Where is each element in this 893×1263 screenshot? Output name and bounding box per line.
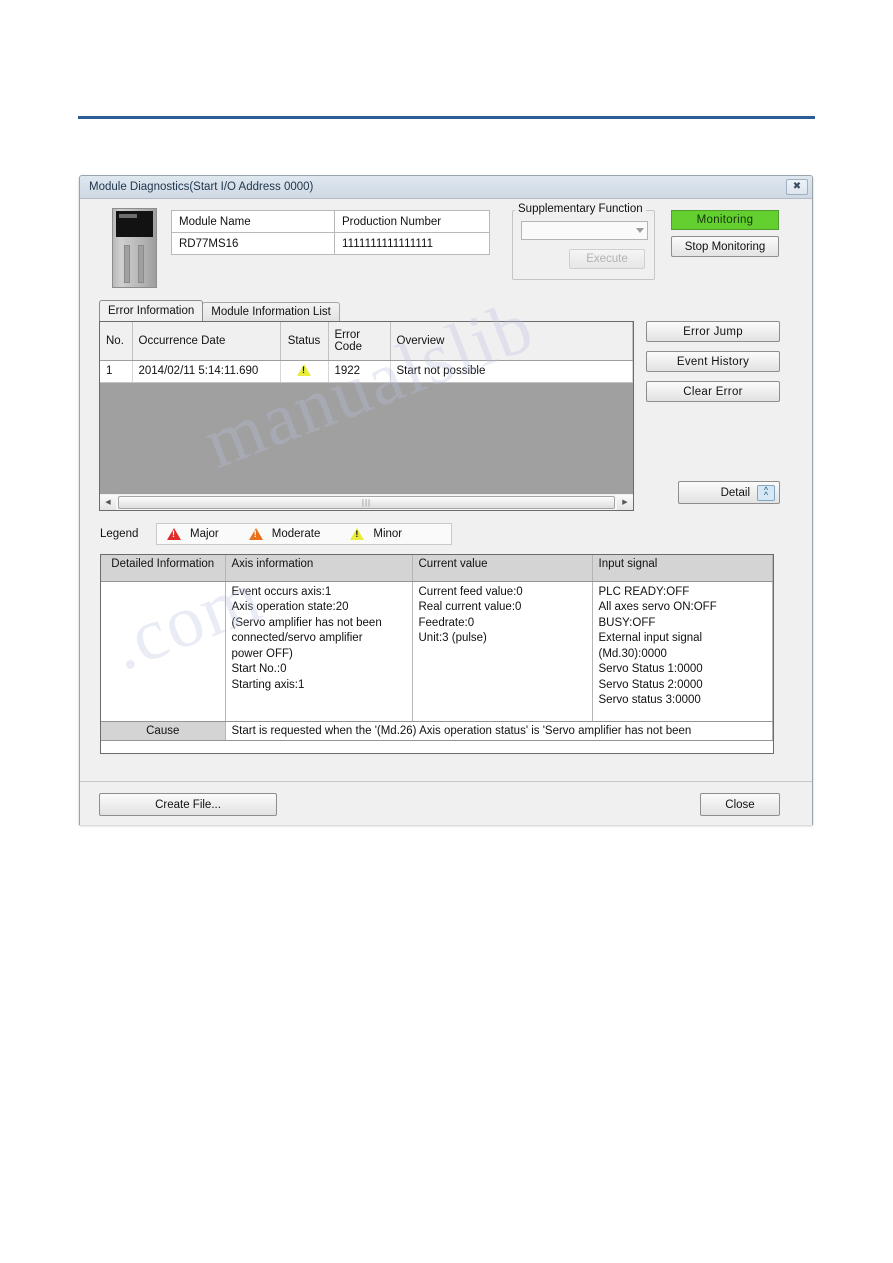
dialog-titlebar: Module Diagnostics(Start I/O Address 000… [80, 176, 812, 199]
production-number-header: Production Number [334, 210, 490, 233]
clear-error-button[interactable]: Clear Error [646, 381, 780, 402]
monitor-button-group: Monitoring Stop Monitoring [671, 210, 779, 257]
scroll-right-icon[interactable]: ▶ [617, 494, 633, 510]
cause-label: Cause [101, 720, 226, 741]
legend-moderate-label: Moderate [271, 528, 321, 540]
axis-information-value: Event occurs axis:1 Axis operation state… [225, 581, 413, 722]
production-number-value: 1111111111111111 [334, 232, 490, 255]
stop-monitoring-button[interactable]: Stop Monitoring [671, 236, 779, 257]
error-information-section: No. Occurrence Date Status Error Code Ov… [90, 321, 802, 511]
supplementary-function-select[interactable] [521, 221, 648, 240]
dialog-title: Module Diagnostics(Start I/O Address 000… [89, 181, 314, 193]
legend-minor-label: Minor [373, 528, 403, 540]
detailed-information-table: Detailed Information Axis information Cu… [101, 555, 773, 741]
legend-item-moderate: Moderate [248, 528, 321, 540]
create-file-button[interactable]: Create File... [99, 793, 277, 816]
warning-major-icon [167, 528, 181, 540]
module-info-table: Module Name Production Number RD77MS16 1… [171, 210, 490, 255]
col-date-header: Occurrence Date [132, 322, 281, 361]
tab-error-information[interactable]: Error Information [99, 300, 204, 321]
error-list: No. Occurrence Date Status Error Code Ov… [99, 321, 634, 511]
execute-button[interactable]: Execute [569, 249, 645, 269]
tab-module-information-list[interactable]: Module Information List [202, 302, 340, 321]
detail-side-spacer [101, 581, 226, 722]
col-no-header: No. [100, 322, 133, 361]
legend-major-label: Major [190, 528, 219, 540]
detail-header-row: Detailed Information Axis information Cu… [101, 555, 773, 582]
module-info-value-row: RD77MS16 1111111111111111 [171, 232, 490, 255]
cell-no: 1 [100, 360, 133, 383]
legend-item-minor: Minor [350, 528, 402, 540]
cell-overview: Start not possible [390, 360, 633, 383]
close-icon[interactable]: ✖ [786, 179, 808, 195]
error-table: No. Occurrence Date Status Error Code Ov… [100, 322, 633, 383]
chevron-down-icon [636, 228, 644, 233]
warning-moderate-icon [248, 528, 263, 540]
document-page: manualslib .com Module Diagnostics(Start… [0, 0, 893, 1263]
cell-date: 2014/02/11 5:14:11.690 [132, 360, 281, 383]
axis-information-header: Axis information [225, 555, 413, 582]
current-value-header: Current value [412, 555, 593, 582]
scrollbar-track[interactable]: ||| [116, 494, 617, 510]
module-name-header: Module Name [171, 210, 335, 233]
horizontal-scrollbar[interactable]: ◀ ||| ▶ [100, 493, 633, 510]
detailed-information-label: Detailed Information [101, 555, 226, 582]
module-image-slot-b [138, 245, 144, 283]
module-image [112, 208, 157, 288]
scrollbar-thumb[interactable]: ||| [118, 495, 615, 509]
detail-button-label: Detail [720, 486, 750, 499]
col-overview-header: Overview [390, 322, 633, 361]
legend-item-major: Major [167, 528, 219, 540]
col-error-code-header: Error Code [328, 322, 391, 361]
error-list-empty-area [100, 382, 633, 493]
error-jump-button[interactable]: Error Jump [646, 321, 780, 342]
module-info-header-row: Module Name Production Number [171, 210, 490, 233]
module-summary-row: Module Name Production Number RD77MS16 1… [90, 203, 802, 288]
detail-cause-row: Cause Start is requested when the '(Md.2… [101, 720, 773, 741]
module-diagnostics-dialog: Module Diagnostics(Start I/O Address 000… [79, 175, 813, 825]
scroll-left-icon[interactable]: ◀ [100, 494, 116, 510]
input-signal-value: PLC READY:OFF All axes servo ON:OFF BUSY… [592, 581, 773, 722]
col-status-header: Status [280, 322, 329, 361]
detail-body-row: Event occurs axis:1 Axis operation state… [101, 581, 773, 722]
cell-status [280, 360, 329, 383]
warning-minor-icon [297, 363, 311, 376]
cause-text: Start is requested when the '(Md.26) Axi… [225, 720, 773, 741]
detailed-information-panel: Detailed Information Axis information Cu… [100, 554, 774, 754]
legend-label: Legend [100, 528, 139, 540]
current-value-value: Current feed value:0 Real current value:… [412, 581, 593, 722]
page-header-rule [78, 116, 815, 119]
cell-error-code: 1922 [328, 360, 391, 383]
event-history-button[interactable]: Event History [646, 351, 780, 372]
legend: Legend Major Moderate Minor [100, 523, 802, 545]
dialog-body: Module Name Production Number RD77MS16 1… [80, 199, 812, 825]
warning-minor-legend-icon [350, 528, 365, 540]
supplementary-function-label: Supplementary Function [515, 203, 646, 215]
error-action-buttons: Error Jump Event History Clear Error Det… [646, 321, 780, 511]
monitoring-status-button[interactable]: Monitoring [671, 210, 779, 230]
dialog-footer: Create File... Close [80, 781, 812, 825]
tab-bar: Error Information Module Information Lis… [99, 300, 802, 321]
module-image-slot-a [124, 245, 130, 283]
supplementary-function-group: Supplementary Function Execute [512, 203, 655, 280]
input-signal-header: Input signal [592, 555, 773, 582]
detail-button[interactable]: Detail ^ ^ [678, 481, 780, 504]
module-name-value: RD77MS16 [171, 232, 335, 255]
chevron-double-up-icon: ^ ^ [757, 484, 775, 501]
module-image-cap [116, 211, 153, 237]
close-button[interactable]: Close [700, 793, 780, 816]
legend-items: Major Moderate Minor [156, 523, 452, 545]
table-row[interactable]: 1 2014/02/11 5:14:11.690 1922 Start not … [100, 360, 633, 383]
error-table-header-row: No. Occurrence Date Status Error Code Ov… [100, 322, 633, 361]
